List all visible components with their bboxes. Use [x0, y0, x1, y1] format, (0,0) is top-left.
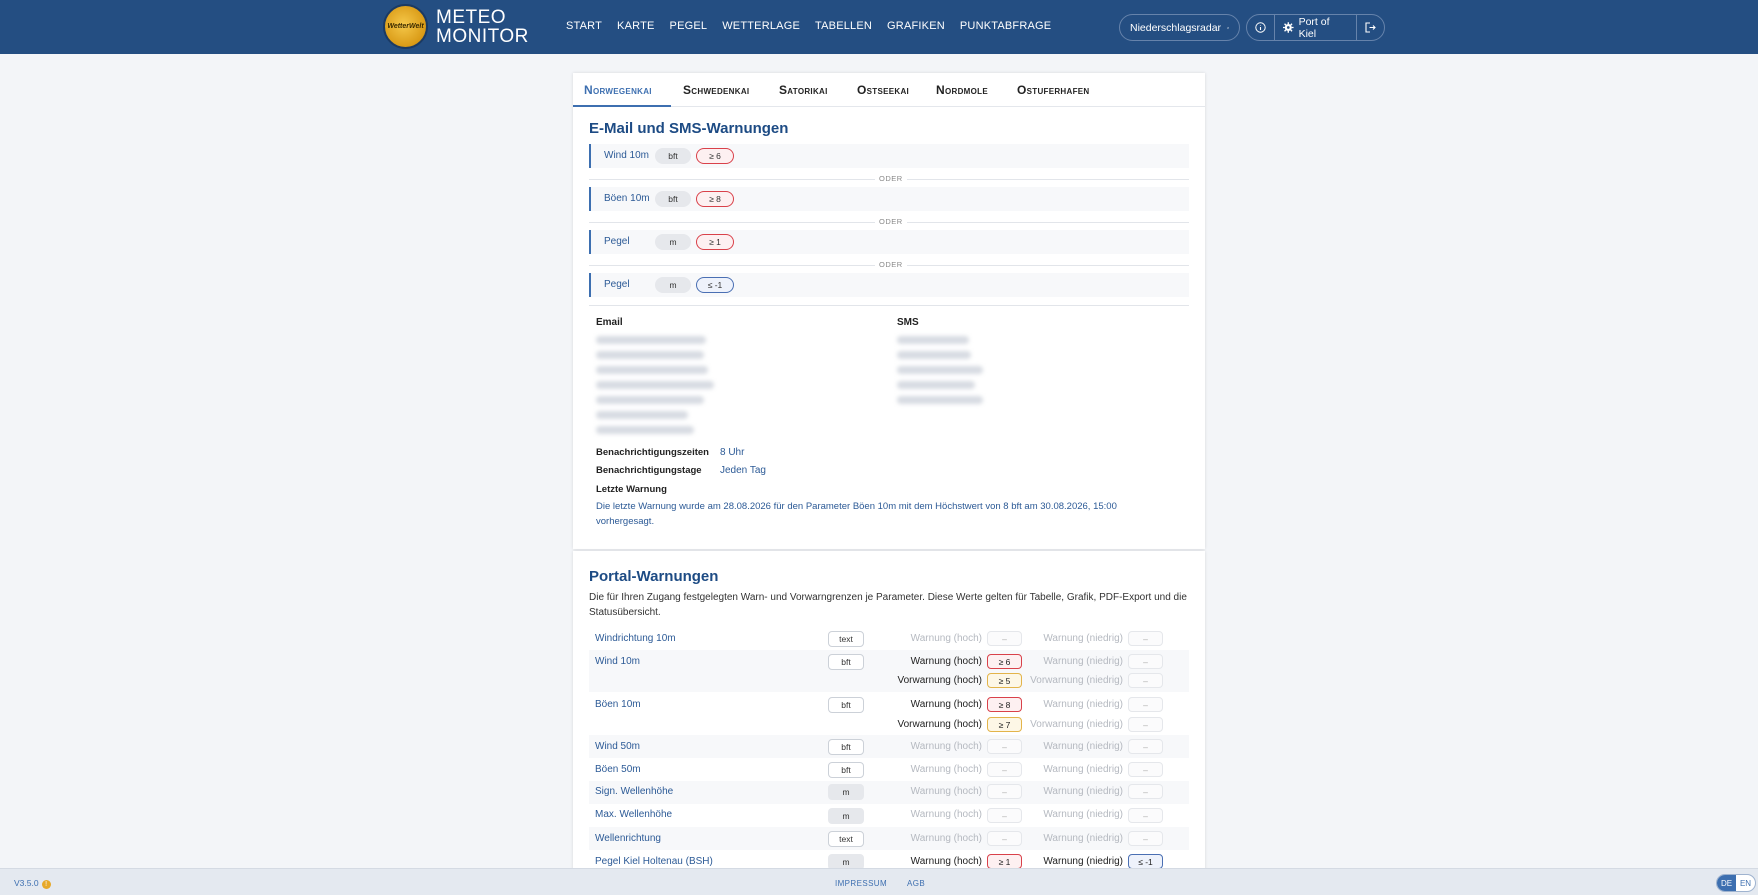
table-row: Windrichtung 10m text Warnung (hoch) – W… — [589, 628, 1189, 650]
rule-row: Wind 10m bft ≥ 6 — [589, 144, 1189, 168]
lang-de[interactable]: DE — [1717, 875, 1736, 891]
logout-icon — [1365, 22, 1376, 33]
table-row: Max. Wellenhöhe m Warnung (hoch) – Warnu… — [589, 804, 1189, 827]
lang-en[interactable]: EN — [1736, 875, 1755, 891]
top-navigation-bar: WetterWelt METEO MONITOR START KARTE PEG… — [0, 0, 1758, 54]
tab-nordmole[interactable]: Nordmole — [936, 83, 988, 97]
update-warning-icon: ! — [41, 880, 51, 889]
notification-times-value: 8 Uhr — [720, 447, 745, 458]
version-indicator[interactable]: V3.5.0! — [14, 878, 51, 889]
sms-label: SMS — [897, 317, 919, 328]
logout-button[interactable] — [1357, 15, 1384, 40]
threshold-badge: ≥ 1 — [696, 234, 734, 250]
or-divider: ODER — [589, 174, 1189, 183]
nav-wetterlage[interactable]: WETTERLAGE — [722, 20, 800, 32]
nav-tabellen[interactable]: TABELLEN — [815, 20, 872, 32]
table-row: Wind 10m bft Warnung (hoch) ≥ 6 Warnung … — [589, 650, 1189, 692]
nav-pegel[interactable]: PEGEL — [670, 20, 708, 32]
email-label: Email — [596, 317, 623, 328]
threshold-badge: ≥ 6 — [696, 148, 734, 164]
external-link-icon — [1227, 26, 1229, 29]
notification-times-label: Benachrichtigungszeiten — [596, 447, 709, 458]
tab-ostuferhafen[interactable]: Ostuferhafen — [1017, 83, 1090, 97]
impressum-link[interactable]: IMPRESSUM — [835, 879, 887, 888]
rule-row: Pegel m ≤ -1 — [589, 273, 1189, 297]
table-row: Böen 50m bft Warnung (hoch) – Warnung (n… — [589, 758, 1189, 781]
email-sms-title: E-Mail und SMS-Warnungen — [589, 120, 789, 137]
portal-warnings-description: Die für Ihren Zugang festgelegten Warn- … — [589, 592, 1187, 618]
threshold-badge: ≥ 8 — [696, 191, 734, 207]
nav-grafiken[interactable]: GRAFIKEN — [887, 20, 945, 32]
language-switch: DE EN — [1716, 874, 1756, 892]
location-tabs: Norwegenkai Schwedenkai Satorikai Ostsee… — [573, 73, 1205, 107]
footer: V3.5.0! IMPRESSUM AGB DE EN — [0, 868, 1758, 895]
main-nav: START KARTE PEGEL WETTERLAGE TABELLEN GR… — [566, 20, 1066, 32]
last-warning-label: Letzte Warnung — [596, 484, 667, 495]
table-row: Sign. Wellenhöhe m Warnung (hoch) – Warn… — [589, 781, 1189, 804]
tab-ostseekai[interactable]: Ostseekai — [857, 83, 909, 97]
nav-punktabfrage[interactable]: PUNKTABFRAGE — [960, 20, 1051, 32]
table-row: Böen 10m bft Warnung (hoch) ≥ 8 Warnung … — [589, 692, 1189, 735]
agb-link[interactable]: AGB — [907, 879, 925, 888]
wetterwelt-logo[interactable]: WetterWelt — [383, 4, 428, 49]
threshold-badge: ≤ -1 — [696, 277, 734, 293]
table-row: Wellenrichtung text Warnung (hoch) – War… — [589, 827, 1189, 850]
info-icon — [1255, 22, 1266, 33]
table-row: Wind 50m bft Warnung (hoch) – Warnung (n… — [589, 735, 1189, 758]
tab-schwedenkai[interactable]: Schwedenkai — [683, 83, 749, 97]
gear-icon — [1283, 22, 1294, 33]
account-settings-button[interactable]: Port of Kiel — [1275, 15, 1357, 40]
tab-norwegenkai[interactable]: Norwegenkai — [584, 83, 652, 97]
rule-row: Böen 10m bft ≥ 8 — [589, 187, 1189, 211]
tab-satorikai[interactable]: Satorikai — [779, 83, 828, 97]
warnings-card: Norwegenkai Schwedenkai Satorikai Ostsee… — [573, 73, 1205, 549]
or-divider: ODER — [589, 217, 1189, 226]
info-button[interactable] — [1247, 15, 1275, 40]
active-tab-indicator — [573, 105, 671, 107]
rule-row: Pegel m ≥ 1 — [589, 230, 1189, 254]
section-divider — [589, 305, 1189, 306]
account-controls: Port of Kiel — [1246, 14, 1385, 41]
portal-warnings-card: Portal-Warnungen Die für Ihren Zugang fe… — [573, 551, 1205, 871]
notification-days-label: Benachrichtigungstage — [596, 465, 702, 476]
app-brand[interactable]: METEO MONITOR — [436, 8, 529, 46]
or-divider: ODER — [589, 260, 1189, 269]
notification-days-value: Jeden Tag — [720, 465, 766, 476]
last-warning-text: Die letzte Warnung wurde am 28.08.2026 f… — [596, 501, 1117, 527]
nav-start[interactable]: START — [566, 20, 602, 32]
precipitation-radar-button[interactable]: Niederschlagsradar — [1119, 14, 1240, 41]
nav-karte[interactable]: KARTE — [617, 20, 654, 32]
portal-warnings-title: Portal-Warnungen — [589, 568, 719, 585]
